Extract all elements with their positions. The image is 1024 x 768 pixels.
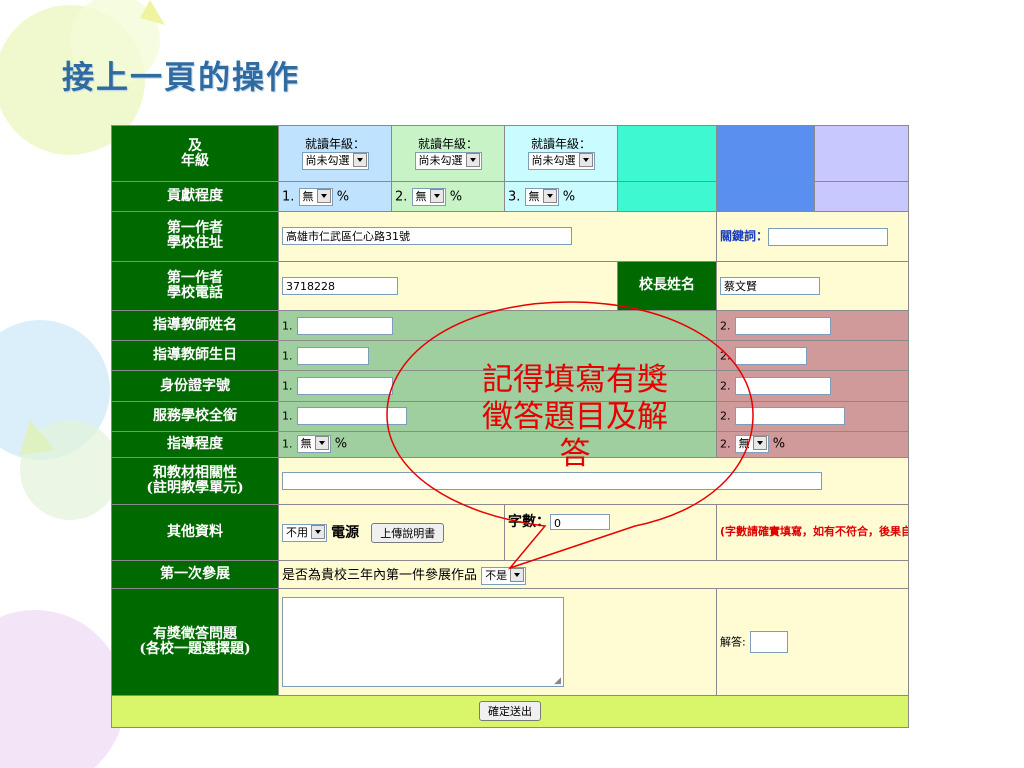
callout-text: 記得填寫有獎 徵答題目及解 答 <box>482 362 668 472</box>
id-number-label: 身份證字號 <box>111 370 279 402</box>
grade-cell-5 <box>716 125 815 182</box>
row-first-exhibit: 第一次參展 是否為貴校三年內第一件參展作品 不是 <box>111 559 909 589</box>
answer-input[interactable] <box>749 630 788 653</box>
grade-caption-1: 就讀年級： <box>304 137 365 151</box>
answer-label: 解答: <box>720 635 746 649</box>
resize-handle-icon: ◢ <box>554 675 561 686</box>
teacher-name-label: 指導教師姓名 <box>111 310 279 342</box>
word-count-input[interactable]: 0 <box>550 514 610 531</box>
quiz-textarea[interactable]: ◢ <box>282 596 564 687</box>
grade-caption-3: 就讀年級： <box>530 137 591 151</box>
submit-button[interactable]: 確定送出 <box>479 701 541 722</box>
guidance-select-1[interactable]: 無 <box>296 435 331 454</box>
grade-label: 及 年級 <box>111 125 279 182</box>
grade-cell-1: 就讀年級： 尚未勾選 <box>278 125 392 182</box>
school-title-input-1[interactable] <box>296 407 407 426</box>
contribution-cell-1: 1. 無 % <box>278 180 392 213</box>
quiz-label: 有獎徵答問題 (各校一題選擇題) <box>111 587 279 696</box>
row-submit: 確定送出 <box>111 694 909 729</box>
contribution-select-2[interactable]: 無 <box>411 187 446 206</box>
principal-input[interactable]: 蔡文賢 <box>720 276 820 295</box>
id-number-input-2[interactable] <box>734 377 831 396</box>
address-label: 第一作者 學校住址 <box>111 211 279 262</box>
upload-manual-button[interactable]: 上傳說明書 <box>371 523 445 544</box>
grade-label-line2: 年級 <box>181 152 209 169</box>
grade-cell-2: 就讀年級： 尚未勾選 <box>391 125 505 182</box>
grade-cell-3: 就讀年級： 尚未勾選 <box>504 125 618 182</box>
first-exhibit-select[interactable]: 不是 <box>481 566 527 585</box>
relevance-input[interactable] <box>282 471 822 490</box>
other-label: 其他資料 <box>111 503 279 561</box>
word-count-label: 字數： <box>508 513 550 530</box>
chevron-down-icon <box>578 153 593 167</box>
address-input[interactable]: 高雄市仁武區仁心路31號 <box>282 227 572 246</box>
phone-input[interactable]: 3718228 <box>282 276 398 295</box>
power-label: 電源 <box>331 524 360 541</box>
guidance-select-2[interactable]: 無 <box>734 435 769 454</box>
row-other: 其他資料 不用 電源 上傳說明書 字數：0 (字數請確實填寫，如有不符合，後果自… <box>111 503 909 561</box>
chevron-down-icon <box>311 525 325 540</box>
contribution-cell-3: 3. 無 % <box>504 180 618 213</box>
teacher-birthday-label: 指導教師生日 <box>111 340 279 372</box>
chevron-down-icon <box>314 436 329 451</box>
contribution-cell-2: 2. 無 % <box>391 180 505 213</box>
teacher-birthday-input-2[interactable] <box>734 346 807 365</box>
grade-label-line1: 及 <box>188 137 202 154</box>
row-phone: 第一作者 學校電話 3718228 校長姓名 蔡文賢 <box>111 260 909 312</box>
contribution-select-3[interactable]: 無 <box>524 187 559 206</box>
contribution-select-1[interactable]: 無 <box>298 187 333 206</box>
school-title-input-2[interactable] <box>734 407 845 426</box>
row-grade: 及 年級 就讀年級： 尚未勾選 就讀年級： 尚未勾選 就讀年級： 尚未勾選 <box>111 125 909 182</box>
chevron-down-icon <box>429 188 444 203</box>
contribution-label: 貢獻程度 <box>111 180 279 213</box>
chevron-down-icon <box>352 153 367 167</box>
grade-cell-6 <box>814 125 909 182</box>
keyword-label: 關鍵詞： <box>720 229 769 244</box>
teacher-name-input-2[interactable] <box>734 316 831 335</box>
chevron-down-icon <box>542 188 557 203</box>
grade-select-1[interactable]: 尚未勾選 <box>301 152 369 170</box>
first-exhibit-label: 第一次參展 <box>111 559 279 589</box>
keyword-input[interactable] <box>768 227 889 246</box>
id-number-input-1[interactable] <box>296 377 393 396</box>
row-teacher-name: 指導教師姓名 1. 2. <box>111 310 909 342</box>
chevron-down-icon <box>316 188 331 203</box>
word-count-note: (字數請確實填寫，如有不符合，後果自負!!) <box>716 503 909 561</box>
row-address: 第一作者 學校住址 高雄市仁武區仁心路31號 關鍵詞： <box>111 211 909 262</box>
chevron-down-icon <box>510 567 525 582</box>
school-title-label: 服務學校全銜 <box>111 400 279 432</box>
chevron-down-icon <box>465 153 480 167</box>
row-quiz: 有獎徵答問題 (各校一題選擇題) ◢ 解答: <box>111 587 909 696</box>
grade-caption-2: 就讀年級： <box>417 137 478 151</box>
slide-title: 接上一頁的操作 <box>62 58 301 96</box>
row-contribution: 貢獻程度 1. 無 % 2. 無 % 3. 無 % <box>111 180 909 213</box>
chevron-down-icon <box>752 436 767 451</box>
guidance-label: 指導程度 <box>111 430 279 458</box>
principal-label: 校長姓名 <box>617 260 717 312</box>
relevance-label: 和教材相關性 (註明教學單元) <box>111 456 279 505</box>
teacher-name-input-1[interactable] <box>296 316 393 335</box>
teacher-birthday-input-1[interactable] <box>296 346 369 365</box>
other-select[interactable]: 不用 <box>282 524 327 543</box>
first-exhibit-question: 是否為貴校三年內第一件參展作品 <box>282 568 478 584</box>
grade-cell-4 <box>617 125 717 182</box>
phone-label: 第一作者 學校電話 <box>111 260 279 312</box>
grade-select-3[interactable]: 尚未勾選 <box>527 152 595 170</box>
grade-select-2[interactable]: 尚未勾選 <box>414 152 482 170</box>
